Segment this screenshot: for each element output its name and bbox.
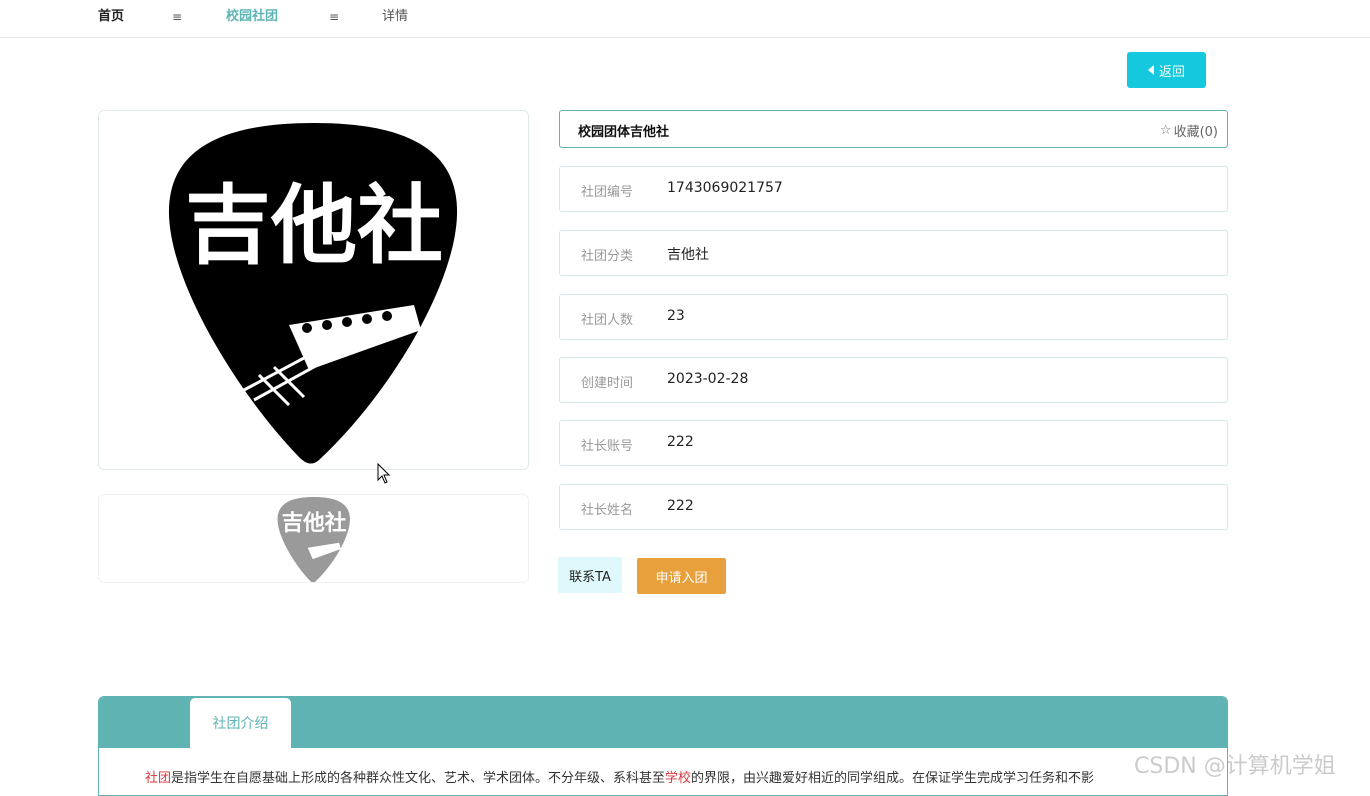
info-label: 社团人数	[581, 313, 634, 328]
info-row-club-category: 社团分类 吉他社	[559, 230, 1228, 276]
breadcrumb-current: 详情	[382, 9, 409, 24]
intro-text-part: 是指学生在自愿基础上形成的各种群众性文化、艺术、学术团体。不分年级、系科甚至	[171, 771, 666, 786]
favorite-button[interactable]: ☆ 收藏(0)	[1160, 121, 1218, 140]
club-main-image[interactable]: 吉他社	[98, 110, 529, 470]
breadcrumb-separator-icon: ≡	[172, 10, 183, 24]
info-value: 1743069021757	[667, 180, 783, 196]
info-label: 社团编号	[581, 185, 634, 200]
back-button-label: 返回	[1158, 64, 1185, 80]
mouse-pointer-icon	[377, 463, 391, 484]
info-value: 222	[667, 434, 694, 450]
breadcrumb-section[interactable]: 校园社团	[226, 9, 278, 25]
club-tabs-panel: 社团介绍 社团是指学生在自愿基础上形成的各种群众性文化、艺术、学术团体。不分年级…	[98, 696, 1228, 796]
watermark: CSDN @计算机学姐	[1134, 754, 1336, 779]
thumbnail-logo-text: 吉他社	[281, 510, 346, 536]
club-thumbnail[interactable]: 吉他社	[98, 494, 529, 583]
star-outline-icon: ☆	[1159, 123, 1172, 138]
breadcrumb-home[interactable]: 首页	[98, 9, 124, 25]
club-title-row: 校园团体吉他社 ☆ 收藏(0)	[559, 110, 1228, 148]
info-row-member-count: 社团人数 23	[559, 294, 1228, 340]
triangle-left-icon	[1147, 65, 1154, 75]
top-breadcrumb-bar: 首页 ≡ 校园社团 ≡ 详情	[0, 0, 1370, 38]
info-label: 社团分类	[581, 249, 634, 264]
intro-highlight-school[interactable]: 学校	[665, 771, 691, 786]
logo-text: 吉他社	[185, 176, 443, 276]
guitar-pick-logo: 吉他社	[168, 123, 457, 464]
info-value: 222	[667, 498, 694, 514]
info-row-club-id: 社团编号 1743069021757	[559, 166, 1228, 212]
intro-text-part: 的界限，由兴趣爱好相近的同学组成。在保证学生完成学习任务和不影	[691, 771, 1095, 786]
club-title: 校园团体吉他社	[578, 125, 670, 140]
info-label: 社长账号	[581, 439, 634, 454]
tab-club-intro[interactable]: 社团介绍	[190, 698, 291, 748]
info-value: 2023-02-28	[667, 371, 749, 387]
back-button[interactable]: 返回	[1127, 52, 1206, 88]
intro-highlight-club[interactable]: 社团	[145, 771, 171, 786]
info-row-leader-name: 社长姓名 222	[559, 484, 1228, 530]
breadcrumb-separator-icon: ≡	[329, 10, 340, 24]
info-row-created-date: 创建时间 2023-02-28	[559, 357, 1228, 403]
info-value: 23	[667, 308, 685, 324]
info-label: 创建时间	[581, 376, 634, 391]
info-value: 吉他社	[667, 247, 709, 263]
club-intro-text: 社团是指学生在自愿基础上形成的各种群众性文化、艺术、学术团体。不分年级、系科甚至…	[145, 767, 1205, 786]
favorite-label: 收藏(0)	[1173, 125, 1218, 140]
apply-join-button[interactable]: 申请入团	[637, 558, 726, 594]
guitar-pick-thumbnail: 吉他社	[277, 496, 350, 582]
info-row-leader-account: 社长账号 222	[559, 420, 1228, 466]
info-label: 社长姓名	[581, 503, 634, 518]
contact-button[interactable]: 联系TA	[558, 557, 622, 593]
